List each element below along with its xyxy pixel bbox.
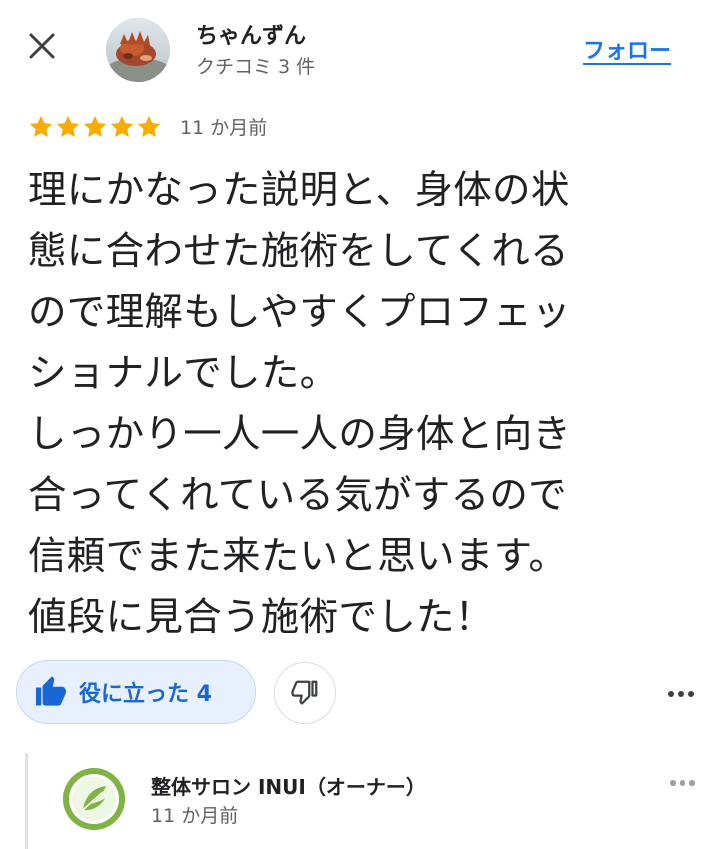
owner-avatar	[63, 768, 125, 830]
avatar-image	[106, 18, 170, 82]
review-time: 11 か月前	[180, 117, 268, 139]
leaf-logo-icon	[63, 768, 125, 830]
close-icon	[29, 33, 55, 59]
more-horizontal-icon	[670, 780, 676, 786]
avatar[interactable]	[106, 18, 170, 82]
review-text-line: しっかり一人一人の身体と向き	[28, 412, 572, 457]
helpful-label: 役に立った 4	[79, 682, 212, 707]
owner-more-button[interactable]	[670, 775, 708, 791]
more-horizontal-icon	[668, 691, 674, 697]
more-horizontal-icon-dot	[679, 780, 685, 786]
close-button[interactable]	[24, 28, 60, 64]
review-text-line: 値段に見合う施術でした！	[28, 595, 494, 640]
more-horizontal-icon-dot	[689, 780, 695, 786]
review-text: 理にかなった説明と、身体の状 態に合わせた施術をしてくれる ので理解もしやすくプロフ…	[28, 160, 688, 648]
star-icon	[137, 115, 161, 137]
review-text-line: 信頼でまた来たいと思います。	[28, 534, 568, 579]
review-more-button[interactable]	[668, 684, 708, 704]
owner-name: 整体サロン INUI（オーナー）	[151, 775, 426, 799]
star-icon	[83, 115, 107, 137]
not-helpful-button[interactable]	[274, 662, 336, 724]
review-text-line: 態に合わせた施術をしてくれる	[28, 229, 569, 274]
review-text-line: 理にかなった説明と、身体の状	[28, 168, 570, 213]
star-icon	[29, 115, 53, 137]
star-rating	[28, 114, 162, 140]
helpful-button[interactable]: 役に立った 4	[16, 660, 256, 724]
follow-button[interactable]: フォロー	[583, 33, 671, 65]
reply-divider	[25, 753, 28, 849]
star-icon	[56, 115, 80, 137]
reviewer-review-count: クチコミ 3 件	[196, 56, 316, 78]
rating-row: 11 か月前	[28, 113, 267, 140]
review-text-line: 合ってくれている気がするので	[28, 473, 567, 518]
review-text-line: ショナルでした。	[28, 351, 339, 396]
star-icon	[110, 115, 134, 137]
owner-reply-time: 11 か月前	[151, 805, 239, 827]
thumbs-down-icon	[291, 680, 318, 705]
reviewer-name[interactable]: ちゃんずん	[196, 18, 306, 50]
thumbs-up-icon	[36, 676, 66, 706]
more-horizontal-icon-dot	[688, 691, 694, 697]
more-horizontal-icon-dot	[678, 691, 684, 697]
review-text-line: ので理解もしやすくプロフェッ	[28, 290, 571, 335]
